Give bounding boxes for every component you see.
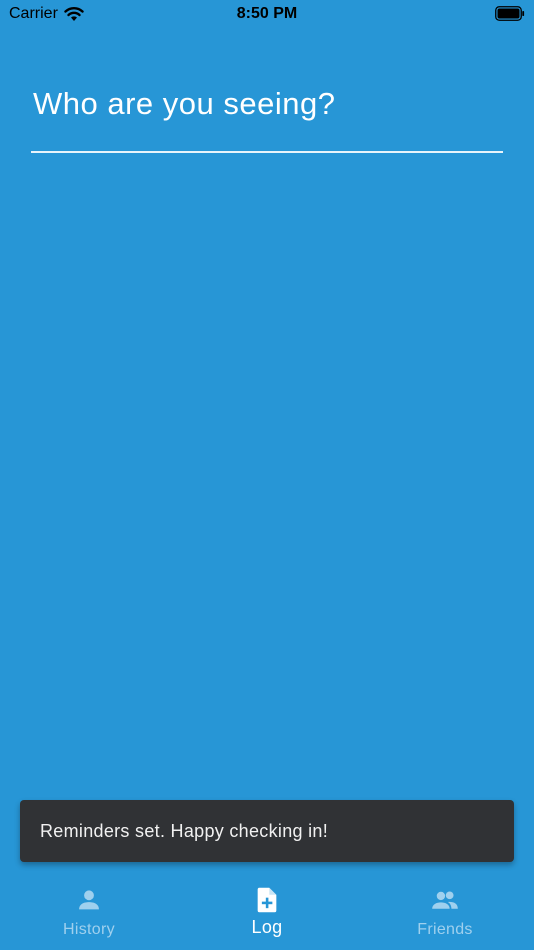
note-add-icon bbox=[257, 887, 277, 913]
nav-history[interactable]: History bbox=[0, 872, 178, 950]
nav-log[interactable]: Log bbox=[178, 872, 356, 950]
person-icon bbox=[79, 890, 99, 910]
snackbar-message: Reminders set. Happy checking in! bbox=[40, 820, 329, 841]
people-icon bbox=[432, 891, 458, 909]
nav-log-label: Log bbox=[251, 917, 283, 937]
clock: 8:50 PM bbox=[236, 5, 298, 22]
nav-history-label: History bbox=[63, 921, 115, 938]
nav-friends-label: Friends bbox=[417, 921, 473, 938]
input-underline bbox=[31, 151, 503, 153]
bottom-navigation: History Log Friends bbox=[0, 872, 534, 950]
nav-friends[interactable]: Friends bbox=[356, 872, 534, 950]
battery-icon bbox=[495, 6, 525, 21]
friend-search-input[interactable]: Who are you seeing? bbox=[33, 86, 335, 122]
status-bar: Carrier 8:50 PM bbox=[0, 0, 534, 28]
snackbar: Reminders set. Happy checking in! bbox=[20, 800, 514, 862]
